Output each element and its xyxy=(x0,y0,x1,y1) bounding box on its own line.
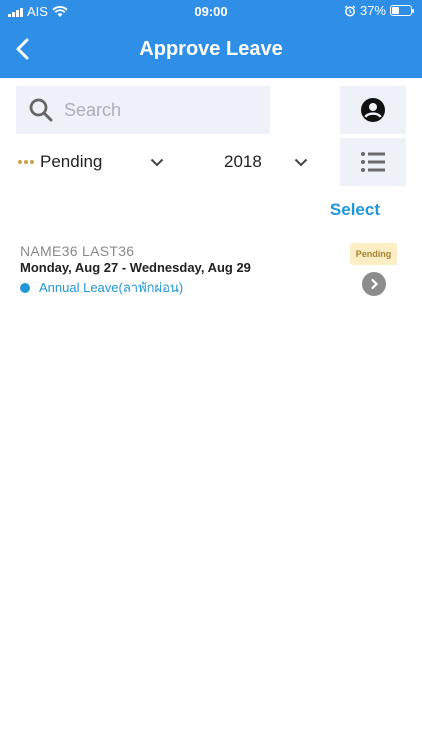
search-box[interactable] xyxy=(16,86,270,134)
year-filter-value: 2018 xyxy=(224,152,262,171)
status-badge: Pending xyxy=(350,243,397,265)
chevron-right-icon xyxy=(371,278,379,290)
profile-button[interactable] xyxy=(340,86,406,134)
status-filter-dropdown[interactable]: Pending xyxy=(18,148,164,176)
chevron-down-icon xyxy=(151,158,164,166)
year-filter-dropdown[interactable]: 2018 xyxy=(224,148,308,176)
battery-icon xyxy=(390,5,414,16)
search-icon xyxy=(29,98,53,122)
battery-fill xyxy=(392,7,399,14)
status-dots-icon xyxy=(18,160,34,164)
list-view-button[interactable] xyxy=(340,138,406,186)
chevron-down-icon xyxy=(294,158,308,166)
select-button[interactable]: Select xyxy=(330,200,380,220)
alarm-icon xyxy=(344,5,356,16)
leave-type: Annual Leave(ลาพักผ่อน) xyxy=(20,277,183,298)
app-header: AIS 09:00 37% Approve Leave xyxy=(0,0,422,78)
battery-percent: 37% xyxy=(359,3,386,18)
search-input[interactable] xyxy=(64,99,244,121)
employee-name: NAME36 LAST36 xyxy=(20,243,135,259)
open-detail-button[interactable] xyxy=(362,272,386,296)
list-icon xyxy=(361,152,385,172)
leave-type-label: Annual Leave(ลาพักผ่อน) xyxy=(39,280,184,295)
leave-dates: Monday, Aug 27 - Wednesday, Aug 29 xyxy=(20,260,251,275)
leave-type-dot-icon xyxy=(20,282,30,293)
status-filter-value: Pending xyxy=(40,152,103,171)
page-title: Approve Leave xyxy=(139,38,283,60)
status-bar: AIS 09:00 37% xyxy=(0,0,422,22)
status-right: 37% xyxy=(344,3,414,18)
leave-list-item[interactable]: NAME36 LAST36 Monday, Aug 27 - Wednesday… xyxy=(0,236,422,300)
user-circle-icon xyxy=(361,98,385,122)
